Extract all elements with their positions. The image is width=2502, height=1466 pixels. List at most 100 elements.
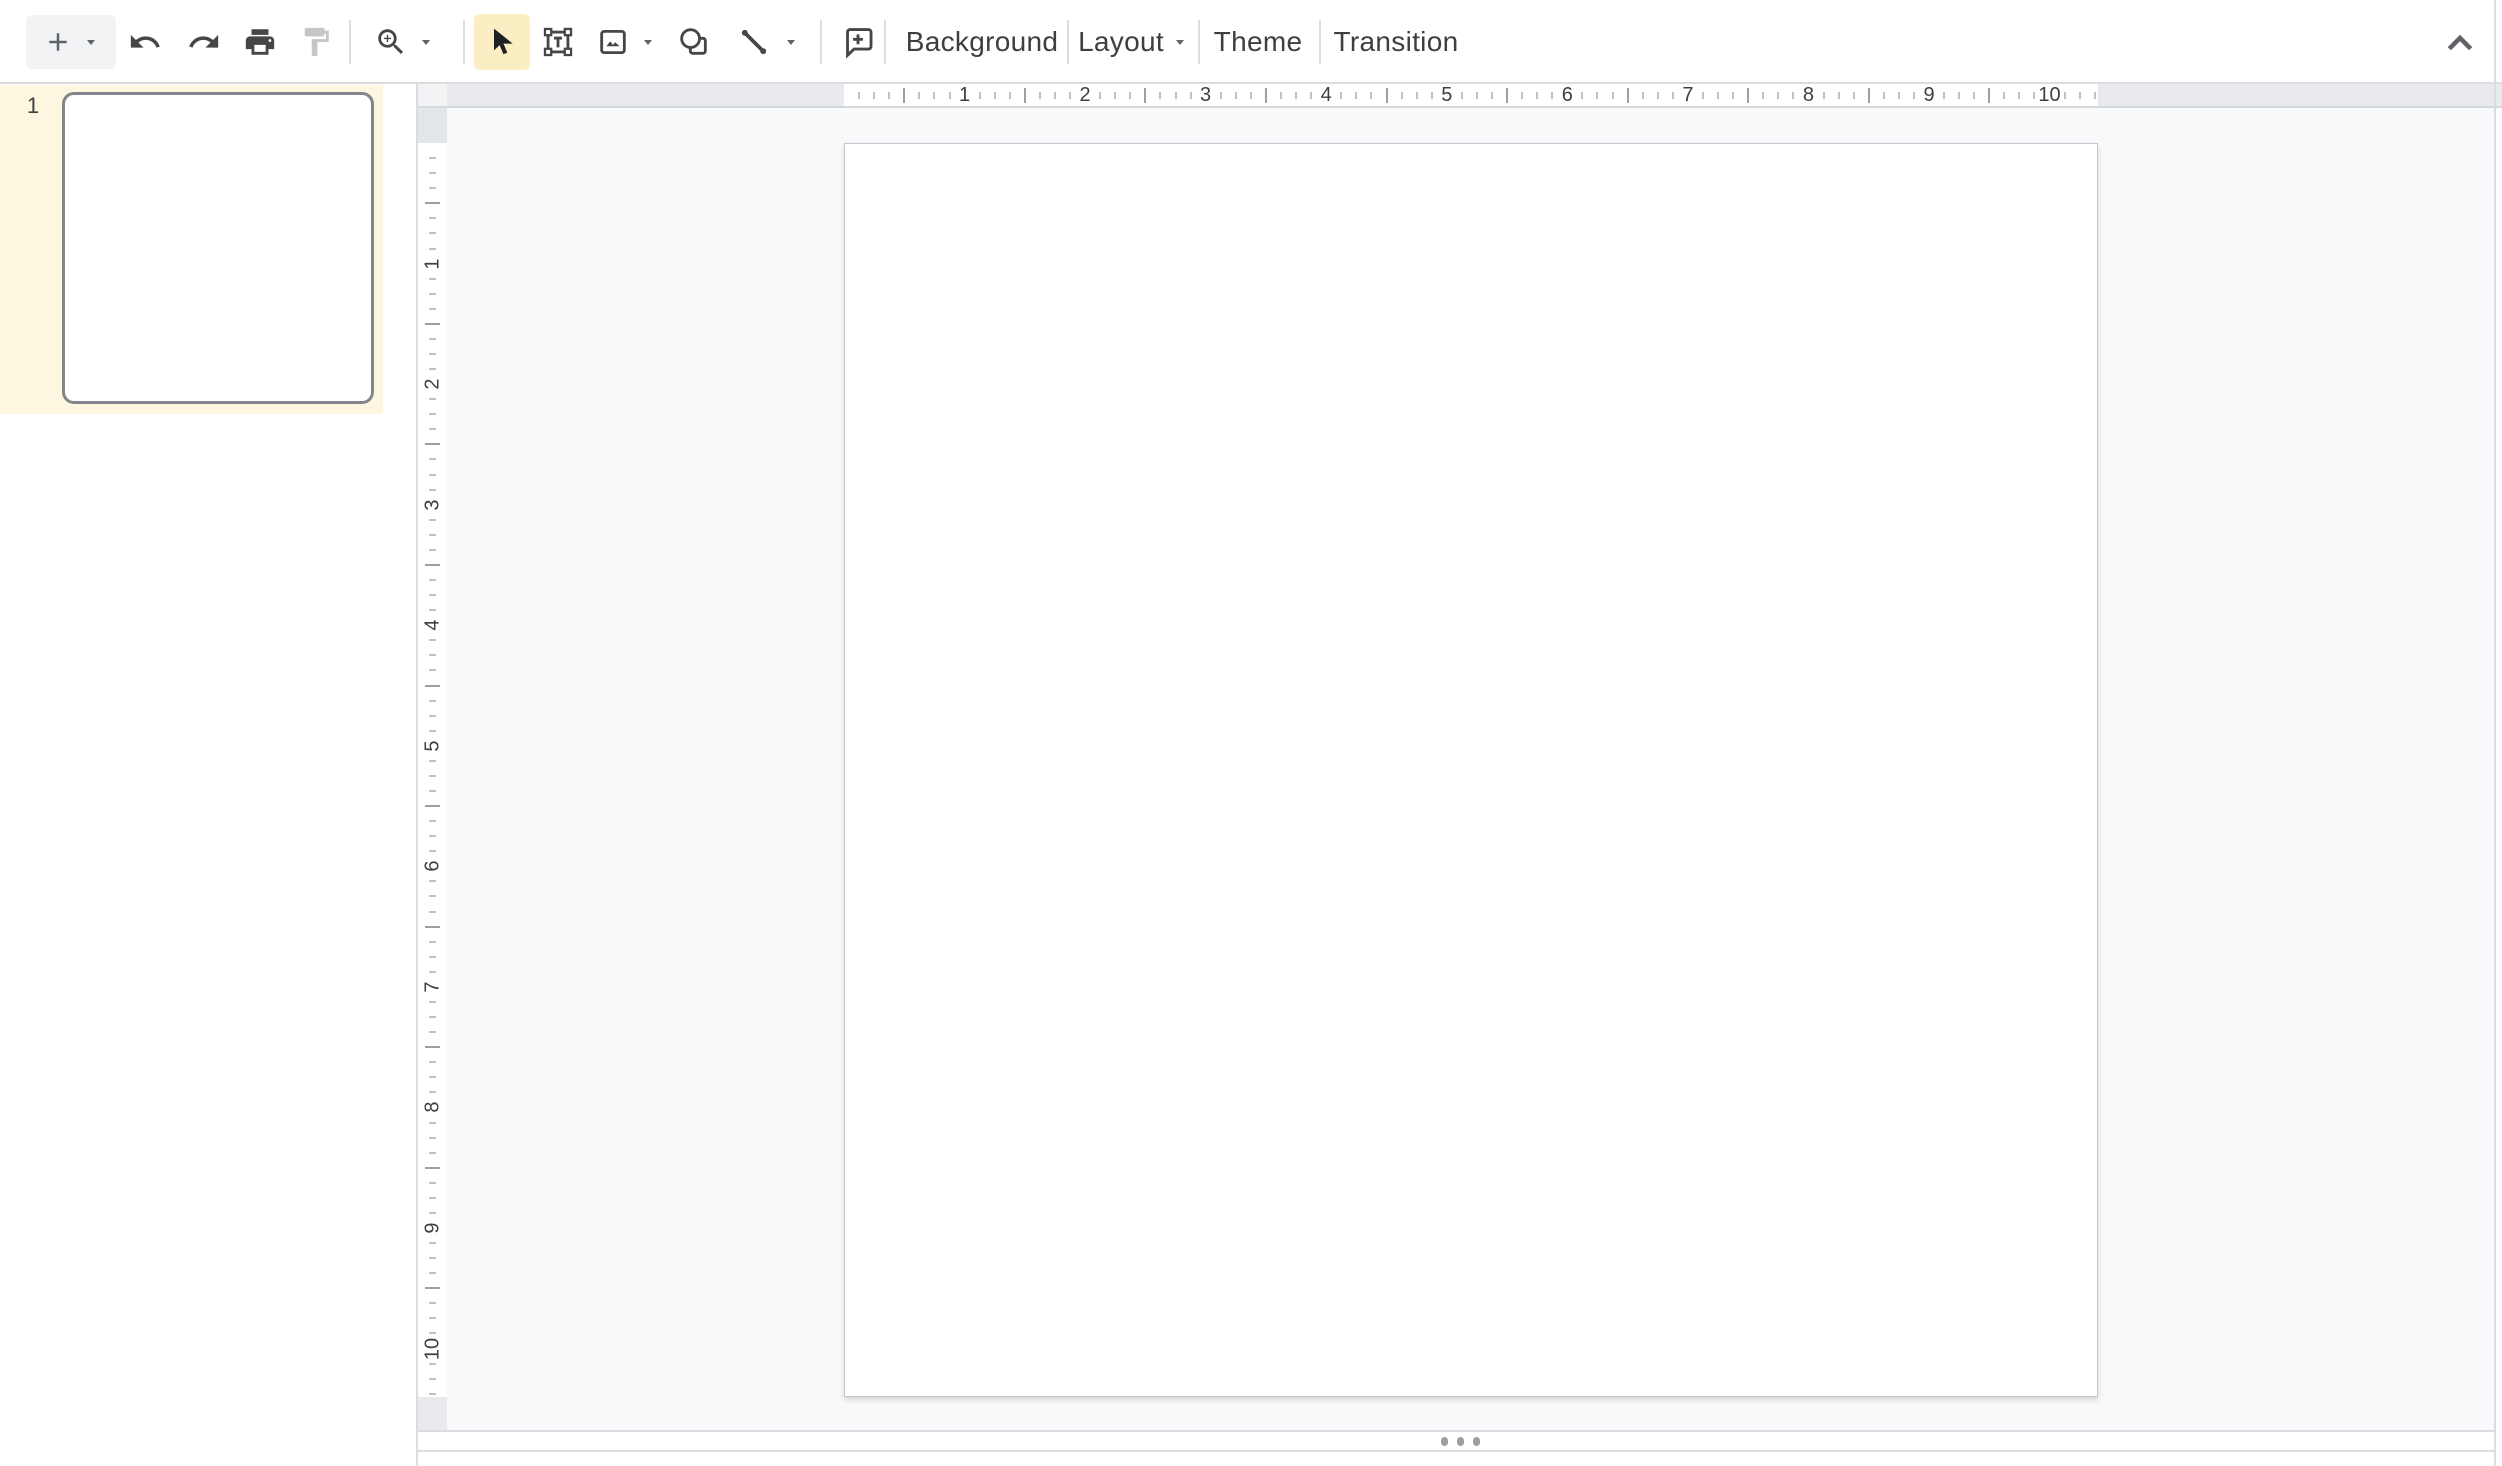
ruler-number: 5 [423,728,443,763]
ruler-tick [429,895,436,897]
ruler-tick [1235,92,1237,99]
ruler-tick [1657,92,1659,99]
select-tool-button[interactable] [474,14,530,70]
ruler-tick [429,911,436,913]
ruler-tick [1883,92,1885,99]
ruler-tick [1506,88,1508,103]
ruler-tick [888,92,890,99]
ruler-tick [425,443,440,445]
ruler-tick [1280,92,1282,99]
ruler-number: 7 [1682,84,1693,106]
insert-line-button[interactable] [720,14,816,70]
background-button-label: Background [906,26,1058,58]
background-button[interactable]: Background [902,14,1062,70]
slide-page[interactable] [844,143,2098,1397]
ruler-tick [429,353,436,355]
ruler-tick [1792,92,1794,99]
drag-dot [1441,1437,1448,1446]
ruler-tick [1190,92,1192,99]
ruler-tick [429,594,436,596]
hide-menus-button[interactable] [2434,24,2486,60]
ruler-tick [1355,92,1357,99]
ruler-tick [429,1242,436,1244]
ruler-tick [1159,92,1161,99]
slide-number: 1 [20,93,46,119]
ruler-tick [429,338,436,340]
ruler-number: 7 [423,969,443,1004]
ruler-tick [429,1378,436,1380]
filmstrip-panel: 1 [0,84,418,1466]
ruler-tick [429,278,436,280]
notes-drag-handle[interactable] [1435,1434,1485,1448]
ruler-tick [1144,88,1146,103]
ruler-number: 2 [1080,84,1091,106]
ruler-tick [429,820,436,822]
ruler-tick [429,700,436,702]
ruler-tick [429,519,436,521]
ruler-tick [429,1197,436,1199]
ruler-tick [1596,92,1598,99]
ruler-tick [2003,92,2005,99]
plus-icon [43,27,73,57]
vertical-ruler-offpage-area [418,108,447,143]
text-box-button[interactable] [530,14,586,70]
add-comment-button[interactable] [830,14,886,70]
slide-1-thumbnail[interactable] [62,92,374,404]
ruler-number: 10 [2038,84,2060,106]
scrollbar-gutter[interactable] [2496,108,2502,1466]
ruler-tick [1370,92,1372,99]
ruler-tick [1521,92,1523,99]
ruler-tick [1009,92,1011,99]
toolbar-separator [1319,20,1321,64]
ruler-tick [994,92,996,99]
ruler-tick [2094,92,2096,99]
transition-button[interactable]: Transition [1327,14,1465,70]
chevron-down-icon [640,34,656,50]
horizontal-ruler: 12345678910 [447,84,2502,106]
ruler-tick [429,172,436,174]
zoom-button[interactable] [362,14,446,70]
image-icon [596,25,630,59]
print-icon [243,25,277,59]
ruler-tick [1853,92,1855,99]
print-button[interactable] [232,14,288,70]
ruler-tick [1551,92,1553,99]
ruler-tick [918,92,920,99]
ruler-tick [429,1302,436,1304]
ruler-tick [1054,92,1056,99]
ruler-tick [1340,92,1342,99]
ruler-tick [425,1287,440,1289]
ruler-tick [1777,92,1779,99]
ruler-number: 4 [423,608,443,643]
cursor-arrow-icon [486,26,518,58]
undo-button[interactable] [117,14,173,70]
ruler-tick [429,398,436,400]
chevron-down-icon [783,34,799,50]
layout-button[interactable]: Layout [1077,14,1189,70]
vertical-ruler-page-area: 12345678910 [418,143,447,1397]
theme-button[interactable]: Theme [1208,14,1308,70]
ruler-tick [1114,92,1116,99]
drag-dot [1457,1437,1464,1446]
ruler-tick [2033,92,2035,99]
new-slide-button[interactable] [26,15,116,69]
redo-button[interactable] [176,14,232,70]
ruler-number: 8 [1803,84,1814,106]
ruler-tick [1672,92,1674,99]
paint-format-button[interactable] [288,14,344,70]
insert-shape-button[interactable] [666,14,722,70]
ruler-tick [1913,92,1915,99]
theme-button-label: Theme [1214,26,1303,58]
ruler-tick [873,92,875,99]
ruler-tick [1129,92,1131,99]
ruler-tick [1175,92,1177,99]
ruler-tick [429,308,436,310]
ruler-tick [429,428,436,430]
insert-image-button[interactable] [580,14,672,70]
vertical-ruler: 12345678910 [418,108,447,1430]
ruler-tick [1431,92,1433,99]
ruler-tick [1024,88,1026,103]
filmstrip-slide-1[interactable]: 1 [0,85,383,414]
ruler-tick [858,92,860,99]
shape-icon [677,25,711,59]
